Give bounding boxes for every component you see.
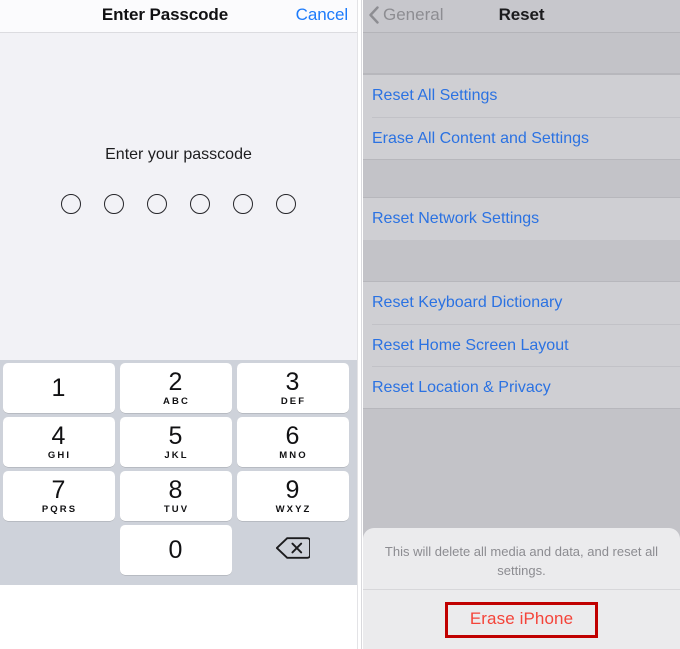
keypad-row: 1 2 ABC 3 DEF [0, 363, 357, 417]
keypad-key-1[interactable]: 1 [2, 363, 115, 413]
panel-divider [357, 0, 362, 649]
keypad-key-letters: DEF [280, 395, 307, 407]
cancel-button[interactable]: Cancel [296, 5, 348, 25]
list-item-reset-network-settings[interactable]: Reset Network Settings [363, 198, 680, 240]
list-item-erase-all-content-and-settings[interactable]: Erase All Content and Settings [372, 117, 680, 159]
keypad-spacer [3, 525, 115, 575]
keypad-key-2[interactable]: 2 ABC [119, 363, 232, 413]
passcode-dots [0, 194, 357, 214]
keypad-key-letters: MNO [279, 449, 308, 461]
keypad-delete-button[interactable] [237, 525, 349, 575]
screenshot-root: Enter Passcode Cancel Enter your passcod… [0, 0, 680, 649]
keypad-key-digit: 2 [168, 367, 183, 396]
passcode-screen: Enter Passcode Cancel Enter your passcod… [0, 0, 357, 649]
keypad-key-5[interactable]: 5 JKL [119, 417, 232, 467]
passcode-dot [61, 194, 81, 214]
list-item-label: Reset Network Settings [372, 210, 540, 227]
reset-group-3: Reset Keyboard Dictionary Reset Home Scr… [363, 281, 680, 409]
list-item-label: Reset All Settings [372, 87, 498, 104]
list-item-label: Reset Keyboard Dictionary [372, 294, 563, 311]
numeric-keypad: 1 2 ABC 3 DEF 4 GHI 5 JKL 6 MNO 7 PQRS 8… [0, 360, 357, 585]
keypad-key-digit: 0 [168, 536, 183, 564]
annotation-highlight-box: Erase iPhone [444, 601, 599, 638]
erase-iphone-button[interactable]: Erase iPhone [470, 609, 573, 628]
keypad-key-digit: 8 [168, 475, 183, 504]
erase-action-row: Erase iPhone [363, 590, 680, 649]
keypad-key-6[interactable]: 6 MNO [236, 417, 349, 467]
keypad-row: 4 GHI 5 JKL 6 MNO [0, 417, 357, 471]
keypad-key-letters: ABC [163, 395, 190, 407]
list-section-gap [363, 160, 680, 197]
list-item-reset-keyboard-dictionary[interactable]: Reset Keyboard Dictionary [363, 282, 680, 324]
keypad-row: 0 [0, 525, 357, 579]
keypad-key-letters: GHI [47, 449, 72, 461]
keypad-key-letters: PQRS [41, 503, 78, 515]
keypad-key-digit: 1 [51, 374, 66, 402]
keypad-key-3[interactable]: 3 DEF [236, 363, 349, 413]
passcode-prompt: Enter your passcode [105, 146, 252, 163]
keypad-bottom-area [0, 585, 357, 649]
passcode-dot [233, 194, 253, 214]
keypad-row: 7 PQRS 8 TUV 9 WXYZ [0, 471, 357, 525]
list-item-reset-home-screen-layout[interactable]: Reset Home Screen Layout [372, 324, 680, 366]
backspace-icon [274, 536, 311, 565]
keypad-key-8[interactable]: 8 TUV [119, 471, 232, 521]
keypad-key-digit: 7 [51, 475, 66, 504]
alert-message: This will delete all media and data, and… [384, 544, 659, 578]
keypad-key-0[interactable]: 0 [119, 525, 232, 575]
page-title: Reset [498, 5, 545, 24]
list-item-reset-all-settings[interactable]: Reset All Settings [363, 75, 680, 117]
list-section-gap [363, 34, 680, 74]
erase-confirmation-sheet: This will delete all media and data, and… [363, 528, 680, 649]
keypad-key-9[interactable]: 9 WXYZ [236, 471, 349, 521]
keypad-key-digit: 3 [285, 367, 300, 396]
keypad-key-7[interactable]: 7 PQRS [2, 471, 115, 521]
keypad-key-4[interactable]: 4 GHI [2, 417, 115, 467]
passcode-dot [147, 194, 167, 214]
list-item-label: Reset Home Screen Layout [372, 336, 569, 354]
keypad-key-letters: TUV [163, 503, 190, 515]
list-item-label: Erase All Content and Settings [372, 129, 590, 147]
reset-navbar: General Reset [363, 0, 680, 33]
reset-group-2: Reset Network Settings [363, 197, 680, 241]
keypad-key-digit: 4 [51, 421, 66, 450]
keypad-key-digit: 6 [285, 421, 300, 450]
list-item-reset-location-and-privacy[interactable]: Reset Location & Privacy [372, 366, 680, 408]
keypad-key-digit: 9 [285, 475, 300, 504]
reset-group-1: Reset All Settings Erase All Content and… [363, 74, 680, 160]
list-section-gap [363, 409, 680, 528]
keypad-key-letters: JKL [164, 449, 189, 461]
passcode-dot [104, 194, 124, 214]
keypad-key-digit: 5 [168, 421, 183, 450]
passcode-dot [190, 194, 210, 214]
page-title: Enter Passcode [101, 5, 229, 24]
keypad-key-letters: WXYZ [275, 503, 312, 515]
passcode-dot [276, 194, 296, 214]
list-section-gap [363, 240, 680, 281]
passcode-navbar: Enter Passcode Cancel [0, 0, 357, 33]
list-item-label: Reset Location & Privacy [372, 378, 551, 396]
reset-settings-screen: General Reset Reset All Settings Erase A… [363, 0, 680, 649]
